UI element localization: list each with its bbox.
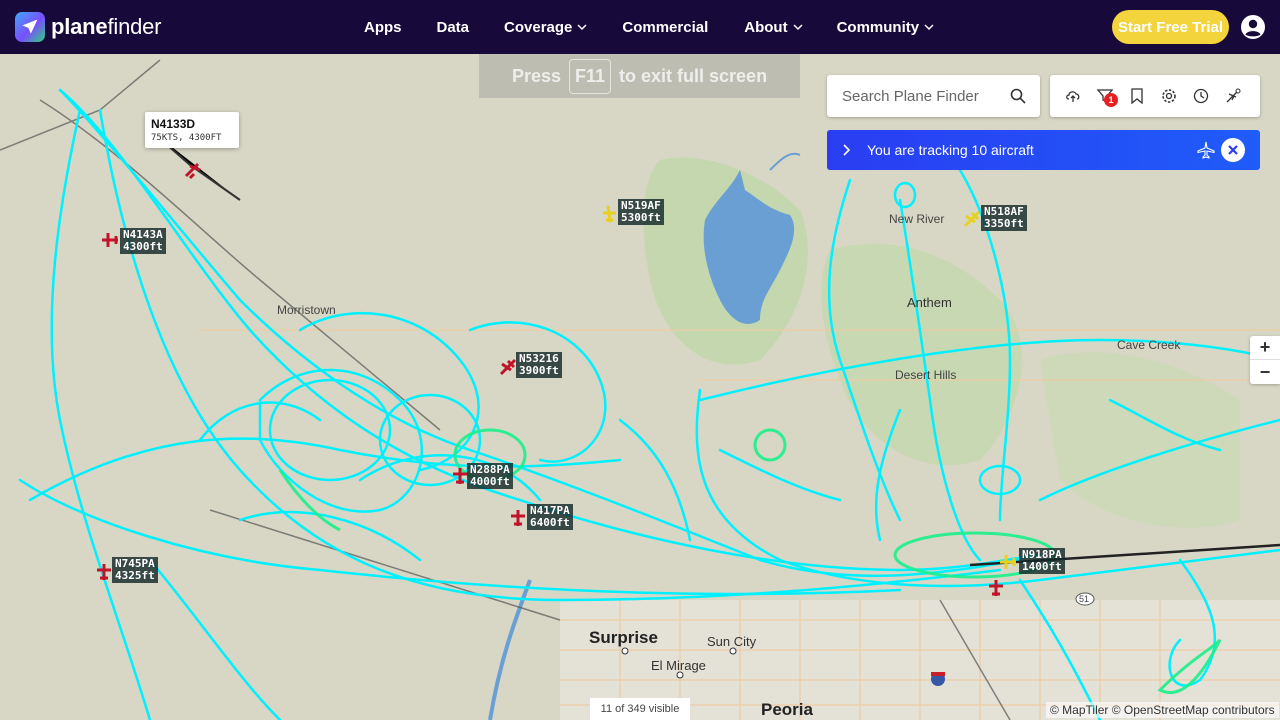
chevron-down-icon [577,24,587,31]
fullscreen-hint: Press F11 to exit full screen [479,54,800,98]
aircraft-label[interactable]: N918PA 1400ft [1019,548,1065,574]
chevron-right-icon[interactable] [842,144,852,156]
logo-plane-icon [15,12,45,42]
plane-cog-icon[interactable] [1225,88,1241,104]
aircraft-icon-n417pa[interactable] [508,508,528,528]
start-free-trial-button[interactable]: Start Free Trial [1112,10,1229,44]
aircraft-icon[interactable] [986,578,1006,598]
aircraft-label[interactable]: N745PA 4325ft [112,557,158,583]
aircraft-icon-n745pa[interactable] [94,562,114,582]
aircraft-label[interactable]: N518AF 3350ft [981,205,1027,231]
top-nav-bar: planefinder Apps Data Coverage Commercia… [0,0,1280,54]
zoom-out-button[interactable]: − [1250,360,1280,384]
search-icon[interactable] [1010,88,1026,104]
gear-icon[interactable] [1161,88,1177,104]
nav-coverage[interactable]: Coverage [504,19,587,36]
zoom-in-button[interactable]: + [1250,336,1280,360]
aircraft-icon-n4143a[interactable] [100,230,120,250]
tracking-text: You are tracking 10 aircraft [867,142,1034,158]
place-label: Cave Creek [1117,338,1181,352]
user-account-icon[interactable] [1241,15,1265,39]
aircraft-label[interactable]: N4143A 4300ft [120,228,166,254]
map-toolbar [1050,75,1260,117]
aircraft-popup[interactable]: N4133D 75KTS, 4300FT [145,112,239,148]
place-label: Morristown [277,303,336,317]
f11-key: F11 [568,58,612,94]
logo-text: planefinder [51,14,162,39]
close-tracking-button[interactable] [1221,138,1245,162]
place-label: Peoria [761,700,813,719]
aircraft-icon-n518af[interactable] [962,209,982,229]
popup-callsign: N4133D [151,117,196,131]
aircraft-label[interactable]: N417PA 6400ft [527,504,573,530]
history-icon[interactable] [1193,88,1209,104]
chevron-down-icon [924,24,934,31]
aircraft-label[interactable]: N53216 3900ft [516,352,562,378]
nav-about[interactable]: About [744,19,803,36]
main-nav: Apps Data Coverage Commercial About Comm… [364,0,934,54]
popup-info: 75KTS, 4300FT [151,133,222,143]
place-label: Surprise [589,628,658,647]
aircraft-icon-n519af[interactable] [600,204,620,224]
nav-data[interactable]: Data [437,19,470,36]
place-label: Anthem [907,295,952,310]
map-attribution[interactable]: © MapTiler © OpenStreetMap contributors [1046,702,1279,718]
close-icon [1228,145,1238,155]
nav-apps[interactable]: Apps [364,19,402,36]
tracking-bar[interactable]: You are tracking 10 aircraft [827,130,1260,170]
place-label: Desert Hills [895,368,957,382]
aircraft-icon-n4133d[interactable] [184,160,204,180]
visible-count: 11 of 349 visible [590,698,690,720]
search-box [827,75,1040,117]
bookmark-icon[interactable] [1129,88,1145,104]
planefinder-logo[interactable]: planefinder [15,12,162,42]
place-label: El Mirage [651,658,706,673]
route-number: 51 [1079,594,1090,604]
zoom-controls: + − [1250,336,1280,384]
aircraft-icon-n918pa[interactable] [998,552,1018,572]
chevron-down-icon [793,24,803,31]
place-label: Sun City [707,634,757,649]
nav-commercial[interactable]: Commercial [622,19,708,36]
place-label: New River [889,212,945,226]
nav-community[interactable]: Community [837,19,935,36]
aircraft-label[interactable]: N519AF 5300ft [618,199,664,225]
plane-icon [1197,141,1215,159]
filter-badge: 1 [1104,93,1118,107]
cloud-upload-icon[interactable] [1065,88,1081,104]
search-input[interactable] [842,87,1002,105]
aircraft-label[interactable]: N288PA 4000ft [467,463,513,489]
aircraft-icon-n53216[interactable] [498,357,518,377]
